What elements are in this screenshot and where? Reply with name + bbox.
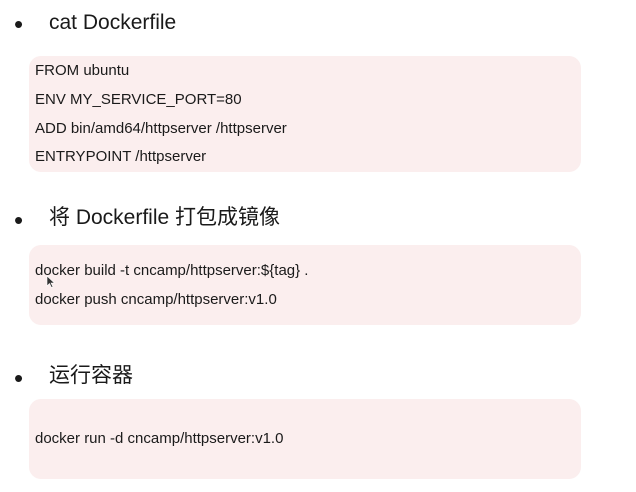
mouse-cursor-icon [46,276,56,288]
code-line: docker build -t cncamp/httpserver:${tag}… [35,262,309,279]
section-heading-build-image: 将 Dockerfile 打包成镜像 [49,206,281,229]
bullet-section-1: • [14,9,24,39]
code-line: ENTRYPOINT /httpserver [35,148,207,165]
bullet-section-2: • [14,205,24,235]
code-line: ADD bin/amd64/httpserver /httpserver [35,120,287,137]
dockerfile-code-block: FROM ubuntu ENV MY_SERVICE_PORT=80 ADD b… [29,56,581,172]
bullet-section-3: • [14,363,24,393]
section-heading-cat-dockerfile: cat Dockerfile [49,11,177,34]
section-heading-run-container: 运行容器 [49,364,133,387]
code-line: docker push cncamp/httpserver:v1.0 [35,291,277,308]
code-line: FROM ubuntu [35,62,130,79]
build-commands-code-block: docker build -t cncamp/httpserver:${tag}… [29,245,581,325]
code-line: docker run -d cncamp/httpserver:v1.0 [35,430,284,447]
code-line: ENV MY_SERVICE_PORT=80 [35,91,242,108]
run-command-code-block: docker run -d cncamp/httpserver:v1.0 [29,399,581,479]
